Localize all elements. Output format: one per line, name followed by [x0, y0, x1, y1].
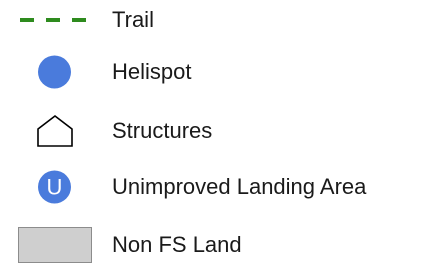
- structure-house-outline-icon: [37, 114, 73, 147]
- legend-item-non-fs-land: Non FS Land: [0, 225, 441, 265]
- non-fs-land-swatch-icon: [18, 227, 92, 263]
- legend-label-unimproved-landing-area: Unimproved Landing Area: [112, 174, 367, 199]
- helispot-circle-icon: [38, 55, 71, 89]
- legend-item-trail: Trail: [0, 0, 441, 40]
- legend-label-helispot: Helispot: [112, 59, 192, 84]
- legend-label-structures: Structures: [112, 118, 213, 143]
- legend-item-unimproved-landing-area: U Unimproved Landing Area: [0, 167, 441, 207]
- unimproved-landing-area-icon: U: [38, 170, 71, 204]
- legend-label-non-fs-land: Non FS Land: [112, 232, 242, 257]
- legend-item-structures: Structures: [0, 111, 441, 151]
- map-legend: Trail Helispot Structures U Unimproved L…: [0, 0, 441, 275]
- trail-dashed-line-icon: [20, 18, 96, 22]
- legend-label-trail: Trail: [112, 7, 154, 32]
- legend-item-helispot: Helispot: [0, 52, 441, 92]
